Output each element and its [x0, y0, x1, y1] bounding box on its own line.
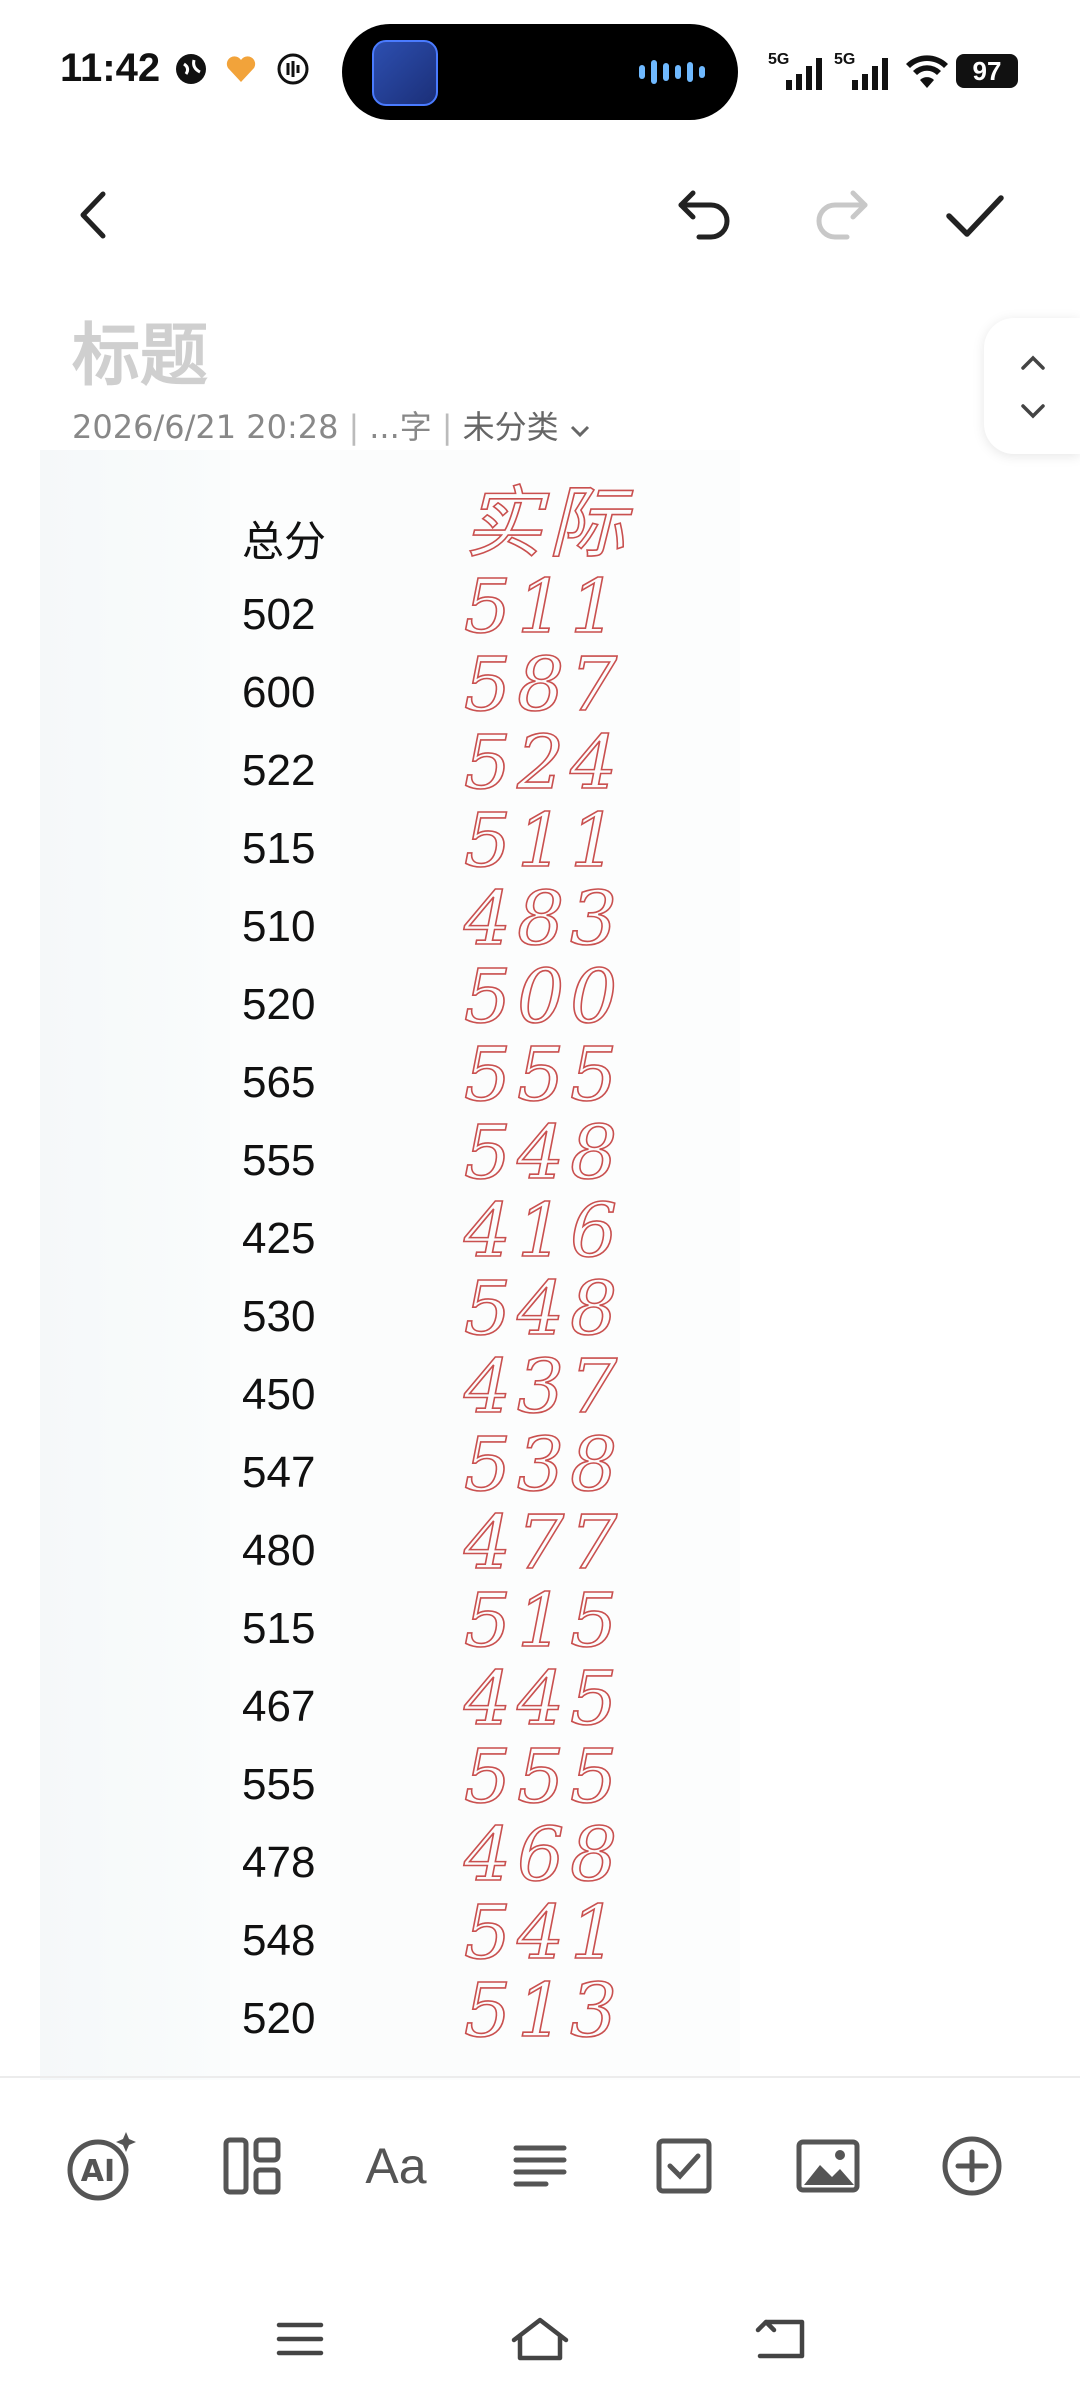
signal-icon-2: 5G	[834, 51, 888, 90]
handwritten-value: 511	[464, 564, 623, 650]
score-value: 510	[242, 902, 316, 951]
score-value: 480	[242, 1526, 316, 1575]
note-meta: 2026/6/21 20:28 | ...字 | 未分类	[72, 402, 591, 448]
back-button[interactable]	[58, 180, 128, 250]
ai-icon: AI	[67, 2132, 136, 2201]
score-value: 565	[242, 1058, 316, 1107]
category-label: 未分类	[462, 408, 559, 446]
note-date: 2026/6/21 20:28	[72, 408, 339, 446]
handwritten-value: 524	[464, 720, 623, 806]
home-button[interactable]	[500, 2304, 580, 2374]
score-value: 515	[242, 1604, 316, 1653]
handwritten-value: 513	[464, 1968, 623, 2054]
font-icon: Aa	[365, 2138, 427, 2194]
done-button[interactable]	[940, 180, 1010, 250]
undo-button[interactable]	[670, 180, 740, 250]
note-title-input[interactable]: 标题	[72, 300, 208, 399]
score-value: 478	[242, 1838, 316, 1887]
heart-app-icon	[226, 56, 256, 82]
text-style-button[interactable]: Aa	[356, 2126, 436, 2206]
category-selector[interactable]: 未分类	[463, 408, 591, 446]
handwritten-value: 587	[464, 642, 623, 728]
toolbar-divider	[0, 2076, 1080, 2078]
handwritten-value: 548	[464, 1110, 623, 1196]
handwritten-value: 538	[464, 1422, 623, 1508]
svg-text:5G: 5G	[834, 51, 855, 68]
score-value: 467	[242, 1682, 316, 1731]
chevron-up-down-icon	[1021, 355, 1045, 419]
layout-button[interactable]	[212, 2126, 292, 2206]
system-nav-bar	[0, 2280, 1080, 2400]
back-arrow-icon	[80, 191, 106, 239]
handwritten-value: 483	[463, 876, 623, 962]
handwritten-value: 515	[464, 1578, 623, 1664]
insert-more-button[interactable]	[932, 2126, 1012, 2206]
app-activity-icon	[372, 40, 438, 106]
checkbox-icon	[656, 2138, 712, 2194]
score-value: 450	[242, 1370, 316, 1419]
expand-collapse-toggle[interactable]	[984, 318, 1080, 454]
editor-toolbar	[0, 150, 1080, 270]
score-value: 555	[242, 1760, 316, 1809]
back-nav-icon	[755, 2319, 805, 2359]
layout-grid-icon	[223, 2137, 281, 2195]
score-value: 547	[242, 1448, 316, 1497]
signal-icon: 5G	[768, 51, 822, 90]
score-value: 515	[242, 824, 316, 873]
total-score-header: 总分	[242, 517, 327, 566]
format-toolbar: AI Aa	[0, 2110, 1080, 2240]
wifi-icon	[906, 55, 948, 88]
svg-text:5G: 5G	[768, 51, 789, 68]
handwritten-value: 511	[464, 798, 623, 884]
score-value: 555	[242, 1136, 316, 1185]
status-bar: 11:42 5G 5G 97	[0, 0, 1080, 150]
score-value: 548	[242, 1916, 316, 1965]
menu-icon	[276, 2322, 324, 2356]
handwritten-value: 555	[464, 1734, 623, 1820]
back-nav-button[interactable]	[740, 2304, 820, 2374]
align-left-icon	[513, 2145, 567, 2187]
handwritten-value: 500	[464, 954, 623, 1040]
word-count: ...字	[369, 408, 432, 446]
data-saver-icon	[277, 53, 309, 85]
undo-icon	[678, 190, 730, 240]
add-circle-icon	[942, 2136, 1002, 2196]
svg-text:AI: AI	[81, 2154, 115, 2189]
redo-icon	[816, 190, 868, 240]
handwritten-value: 541	[464, 1890, 623, 1976]
paragraph-align-button[interactable]	[500, 2126, 580, 2206]
image-icon	[796, 2139, 860, 2193]
battery-indicator: 97	[956, 54, 1018, 88]
score-value: 520	[242, 980, 316, 1029]
status-time: 11:42	[60, 46, 161, 90]
score-value: 520	[242, 1994, 316, 2043]
handwritten-value: 468	[463, 1812, 623, 1898]
handwritten-header: 实际	[464, 479, 634, 569]
insert-image-button[interactable]	[788, 2126, 868, 2206]
handwritten-value: 555	[464, 1032, 623, 1118]
chevron-down-icon	[570, 425, 589, 438]
handwritten-value: 548	[464, 1266, 623, 1352]
check-icon	[946, 195, 1004, 237]
redo-button[interactable]	[806, 180, 876, 250]
score-value: 502	[242, 590, 316, 639]
score-value: 425	[242, 1214, 316, 1263]
score-value: 530	[242, 1292, 316, 1341]
score-value: 522	[242, 746, 316, 795]
handwritten-value: 477	[463, 1500, 623, 1586]
score-value: 600	[242, 668, 316, 717]
audio-wave-icon	[636, 60, 708, 84]
ai-assistant-button[interactable]: AI	[62, 2126, 142, 2206]
home-icon	[511, 2317, 569, 2361]
recent-apps-button[interactable]	[260, 2304, 340, 2374]
checklist-button[interactable]	[644, 2126, 724, 2206]
handwritten-value: 445	[463, 1656, 623, 1742]
globe-icon	[176, 54, 206, 84]
handwritten-annotations: 实际51158752451148350055554841654843753847…	[462, 478, 634, 2055]
handwritten-value: 416	[463, 1188, 623, 1274]
handwritten-value: 437	[463, 1344, 623, 1430]
dynamic-island[interactable]	[342, 24, 738, 120]
